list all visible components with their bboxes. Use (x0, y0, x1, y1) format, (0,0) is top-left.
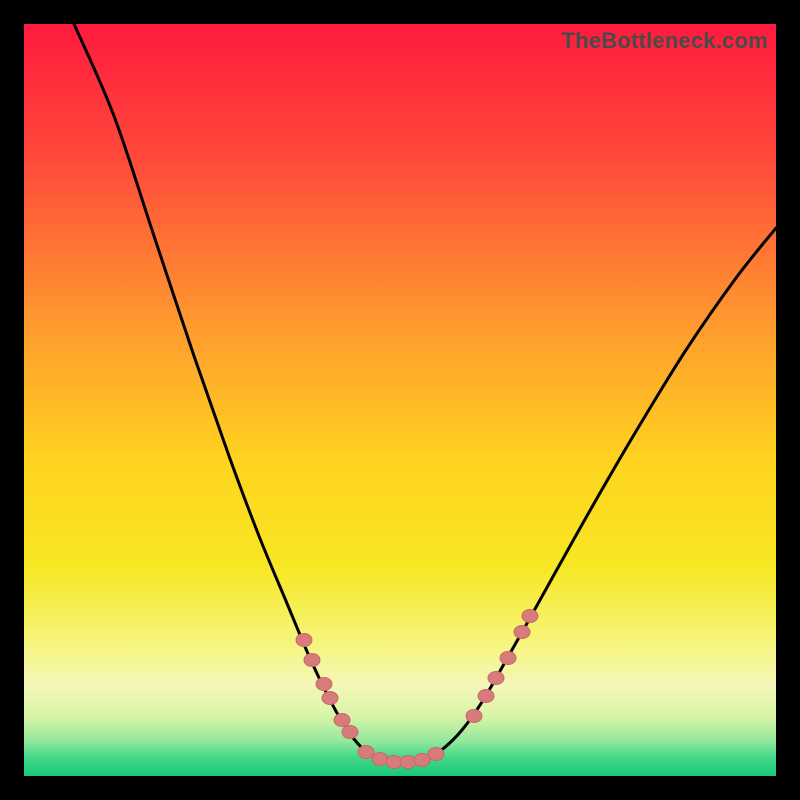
curve-layer (24, 24, 776, 776)
curve-marker (322, 691, 338, 704)
curve-marker (372, 752, 388, 765)
curve-marker (488, 671, 504, 684)
curve-markers (296, 609, 538, 768)
curve-marker (428, 747, 444, 760)
curve-marker (358, 745, 374, 758)
curve-marker (500, 651, 516, 664)
chart-frame: TheBottleneck.com (0, 0, 800, 800)
plot-area: TheBottleneck.com (24, 24, 776, 776)
curve-marker (478, 689, 494, 702)
curve-marker (334, 713, 350, 726)
curve-marker (466, 709, 482, 722)
curve-marker (296, 633, 312, 646)
curve-marker (514, 625, 530, 638)
curve-marker (316, 677, 332, 690)
curve-marker (342, 725, 358, 738)
curve-marker (304, 653, 320, 666)
curve-marker (522, 609, 538, 622)
curve-marker (414, 753, 430, 766)
bottleneck-curve (74, 24, 776, 763)
curve-marker (400, 755, 416, 768)
